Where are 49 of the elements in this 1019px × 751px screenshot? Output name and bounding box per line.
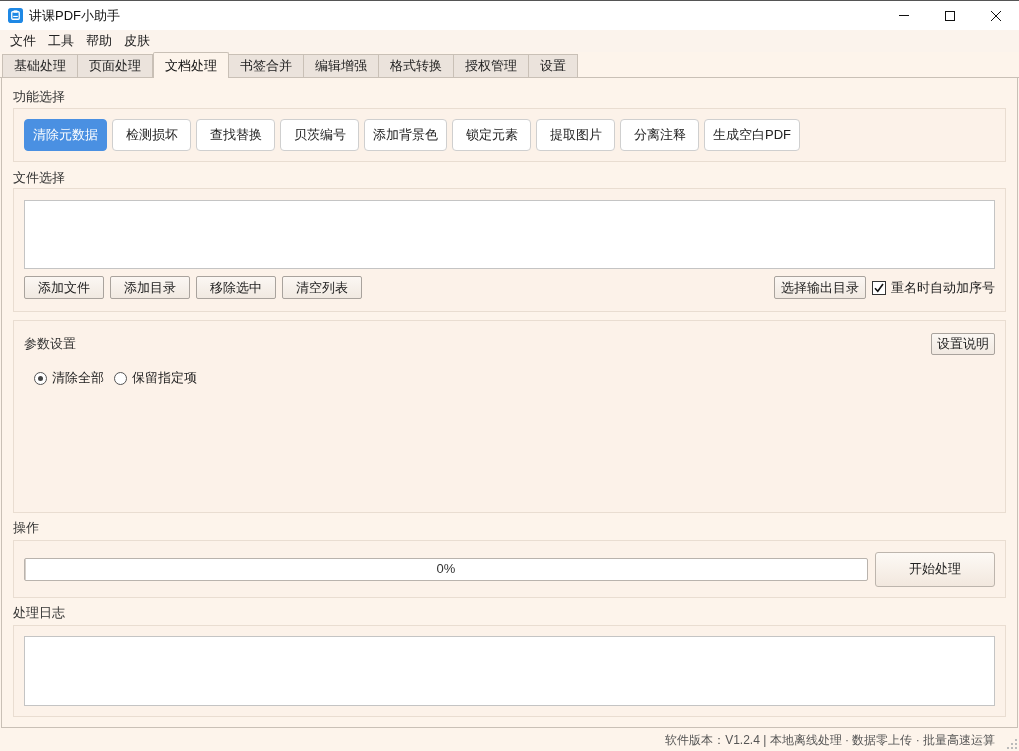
close-icon [991, 10, 1001, 21]
group-title: 参数设置 [24, 335, 76, 354]
tab[interactable]: 设置 [528, 54, 578, 77]
group-title: 文件选择 [13, 170, 65, 186]
function-button[interactable]: 提取图片 [536, 119, 615, 151]
radio-label: 保留指定项 [132, 369, 197, 388]
log-field[interactable] [24, 636, 995, 706]
function-button[interactable]: 贝茨编号 [280, 119, 359, 151]
function-button[interactable]: 锁定元素 [452, 119, 531, 151]
output-folder-button[interactable]: 选择输出目录 [774, 276, 866, 299]
tab[interactable]: 编辑增强 [303, 54, 379, 77]
function-button[interactable]: 生成空白PDF [704, 119, 800, 151]
group-title: 处理日志 [13, 605, 65, 621]
file-button[interactable]: 添加文件 [24, 276, 104, 299]
progress-reading: 0% [436, 560, 456, 579]
maximize-icon [945, 10, 955, 21]
checkbox[interactable] [872, 280, 886, 295]
minimize-icon [899, 15, 909, 16]
status-text: 软件版本：V1.2.4 | 本地离线处理 · 数据零上传 · 批量高速运算 [665, 731, 995, 749]
file-button[interactable]: 移除选中 [196, 276, 276, 299]
radio-button[interactable] [34, 371, 47, 385]
tab[interactable]: 文档处理 [153, 52, 229, 78]
window-title: 讲课PDF小助手 [29, 6, 120, 25]
checkmark-icon [874, 282, 884, 293]
tab[interactable]: 格式转换 [378, 54, 454, 77]
file-button[interactable]: 添加目录 [110, 276, 190, 299]
function-button[interactable]: 查找替换 [196, 119, 275, 151]
function-button[interactable]: 添加背景色 [364, 119, 447, 151]
menu-item[interactable]: 帮助 [80, 31, 118, 51]
resize-grip-icon [1007, 739, 1017, 749]
function-button[interactable]: 检测损坏 [112, 119, 191, 151]
menu-item[interactable]: 皮肤 [118, 31, 156, 51]
tab[interactable]: 页面处理 [77, 54, 153, 77]
file-button[interactable]: 清空列表 [282, 276, 362, 299]
menu-item[interactable]: 文件 [4, 31, 42, 51]
checkbox-label: 重名时自动加序号 [891, 278, 995, 297]
start-button[interactable]: 开始处理 [875, 551, 995, 587]
group-title: 功能选择 [13, 89, 65, 105]
group-title: 操作 [13, 520, 39, 536]
function-button[interactable]: 分离注释 [620, 119, 699, 151]
file-list-field[interactable] [24, 200, 995, 269]
help-button[interactable]: 设置说明 [931, 333, 995, 355]
tab[interactable]: 基础处理 [2, 54, 78, 77]
menu-item[interactable]: 工具 [42, 31, 80, 51]
app-logo-icon [8, 8, 23, 23]
radio-button[interactable] [114, 371, 127, 385]
tab[interactable]: 书签合并 [228, 54, 304, 77]
radio-label: 清除全部 [52, 369, 104, 388]
tab[interactable]: 授权管理 [453, 54, 529, 77]
